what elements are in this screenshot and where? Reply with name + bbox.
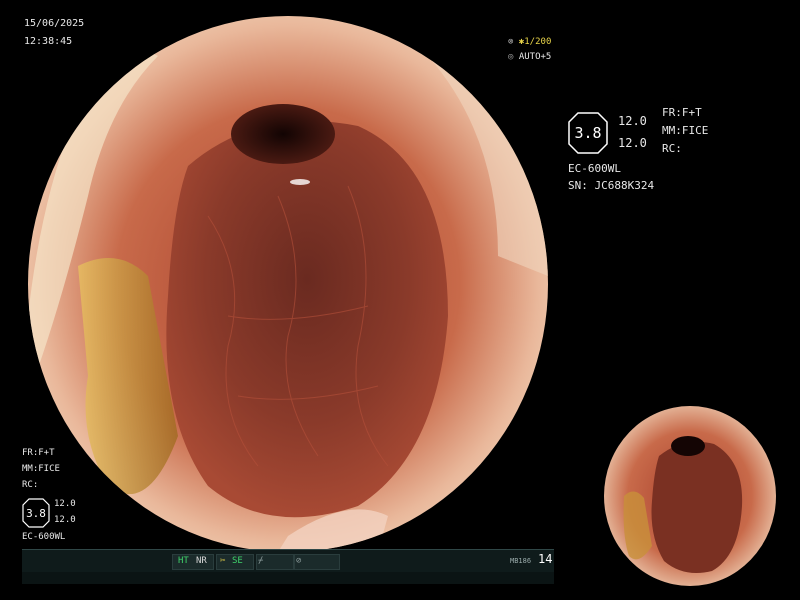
status-bar: HT NR ✂ SE ⌿ ⊘ MB186 14 [22,549,554,573]
scope-rc: RC: [662,142,682,155]
corner-mm: MM:FICE [22,464,60,474]
auto-text: AUTO+5 [518,52,552,62]
shutter-text: 1/200 [524,37,552,47]
scope-value-top: 12.0 [618,114,647,128]
corner-value-bottom: 12.0 [54,515,76,525]
pen-icon: ⌿ [258,556,264,566]
record-icon: ⊘ [296,556,302,566]
scope-fr: FR:F+T [662,106,702,119]
date-text: 15/06/2025 [24,18,85,29]
corner-badge: 3.8 [22,498,50,528]
status-bar-lower [22,572,554,584]
status-code: MB186 [510,557,532,565]
aperture-icon: ⊗ [508,37,519,47]
corner-fr: FR:F+T [22,448,55,458]
auto-indicator: ◎ AUTO+5 [508,51,551,63]
scope-badge: 3.8 [568,112,608,154]
scope-value-bottom: 12.0 [618,136,647,150]
se-label: SE [232,556,243,566]
status-number: 14 [538,552,553,566]
scope-serial: SN: JC688K324 [568,179,655,192]
scissors-icon: ✂ [220,556,226,566]
shutter-indicator: ⊗ ✱1/200 [508,36,551,48]
corner-value-top: 12.0 [54,499,76,509]
scope-mm: MM:FICE [662,124,709,137]
scope-badge-value: 3.8 [574,124,602,142]
corner-model: EC-600WL [22,532,66,542]
endoscope-main-view [28,16,548,552]
ht-label: HT [178,556,189,566]
corner-badge-value: 3.8 [26,506,46,520]
scope-model: EC-600WL [568,162,621,175]
corner-rc: RC: [22,480,39,490]
thumbnail-view[interactable] [604,406,776,586]
nr-label: NR [196,556,207,566]
time-text: 12:38:45 [24,36,73,47]
auto-icon: ◎ [508,52,519,62]
